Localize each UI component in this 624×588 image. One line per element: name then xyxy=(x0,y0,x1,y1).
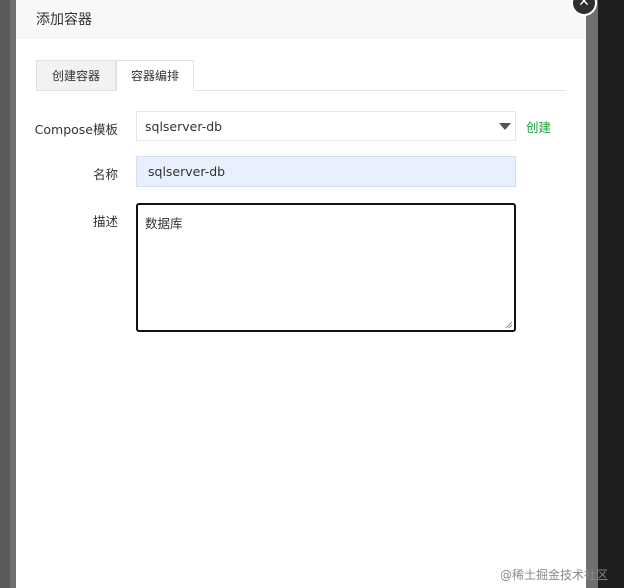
compose-template-label: Compose模板 xyxy=(34,122,118,137)
tab-container-compose[interactable]: 容器编排 xyxy=(116,60,194,91)
dialog-title: 添加容器 xyxy=(36,12,92,28)
dialog-header: 添加容器 xyxy=(16,0,586,38)
description-value: 数据库 xyxy=(145,216,183,231)
name-label: 名称 xyxy=(92,167,118,182)
compose-template-value: sqlserver-db xyxy=(145,119,223,134)
backdrop-left xyxy=(0,0,10,588)
compose-template-select[interactable]: sqlserver-db xyxy=(136,111,516,141)
description-textarea[interactable]: 数据库 xyxy=(136,203,516,332)
resize-grip-icon[interactable] xyxy=(505,321,513,329)
name-input[interactable]: sqlserver-db xyxy=(136,156,516,187)
create-template-link[interactable]: 创建 xyxy=(526,117,551,136)
watermark: @稀土掘金技术社区 xyxy=(500,568,609,582)
add-container-dialog: 添加容器 ✕ 创建容器 容器编排 Compose模板 sqlserver-db … xyxy=(16,0,597,588)
backdrop-right xyxy=(598,0,624,588)
tab-bar: 创建容器 容器编排 xyxy=(36,60,566,91)
chevron-down-icon xyxy=(499,123,511,130)
tab-create-container[interactable]: 创建容器 xyxy=(36,60,116,91)
description-label: 描述 xyxy=(92,214,118,229)
